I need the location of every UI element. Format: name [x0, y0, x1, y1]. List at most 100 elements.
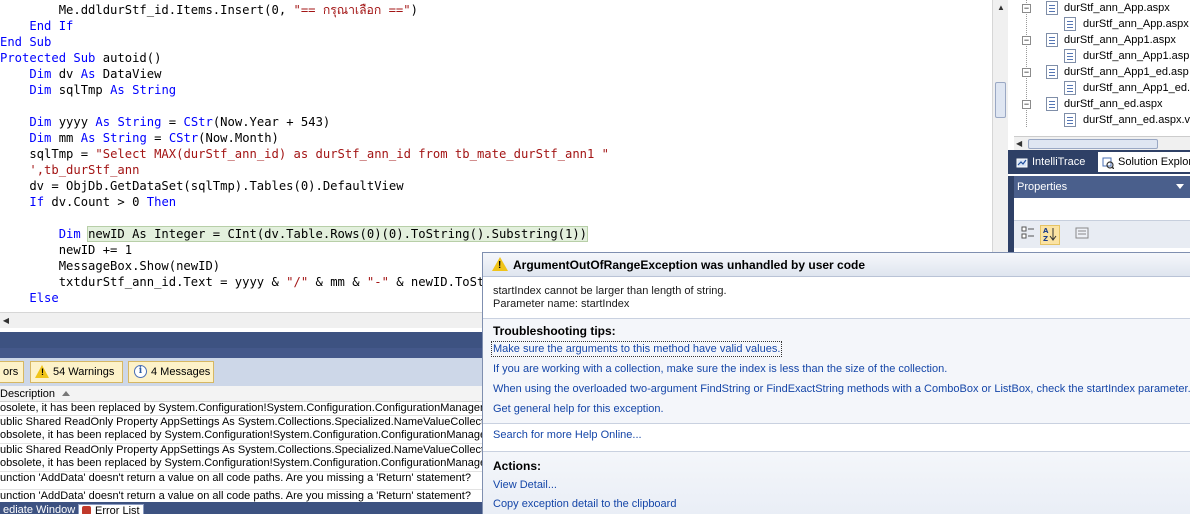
view-detail-link[interactable]: View Detail...: [493, 479, 557, 491]
tab-solution-explorer[interactable]: Solution Explor: [1098, 152, 1190, 172]
code-line[interactable]: Protected Sub autoid(): [0, 50, 161, 66]
code-line[interactable]: txtdurStf_ann_id.Text = yyyy & "/" & mm …: [0, 274, 492, 290]
tab-error-list-label: Error List: [95, 505, 140, 514]
tab-immediate-window[interactable]: ediate Window: [0, 504, 78, 514]
tree-item[interactable]: − durStf_ann_App1_ed.asp: [1008, 64, 1190, 80]
tree-item[interactable]: − durStf_ann_ed.aspx: [1008, 96, 1190, 112]
code-line[interactable]: ',tb_durStf_ann: [0, 162, 139, 178]
exception-message: startIndex cannot be larger than length …: [493, 285, 727, 297]
error-row[interactable]: osolete, it has been replaced by System.…: [0, 402, 484, 416]
code-line[interactable]: End If: [0, 18, 73, 34]
properties-title: Properties: [1017, 181, 1068, 193]
tip-link-collection-index[interactable]: If you are working with a collection, ma…: [493, 363, 947, 375]
code-token: "== กรุณาเลือก ==": [293, 3, 411, 17]
tree-item[interactable]: durStf_ann_App1.asp: [1008, 48, 1190, 64]
code-line[interactable]: End Sub: [0, 34, 51, 50]
error-row-text: ublic Shared ReadOnly Property AppSettin…: [0, 416, 484, 428]
tree-item[interactable]: durStf_ann_App.aspx: [1008, 16, 1190, 32]
errors-filter-label: ors: [3, 366, 19, 378]
code-line[interactable]: Dim newID As Integer = CInt(dv.Table.Row…: [0, 226, 589, 242]
error-list-icon: [82, 506, 91, 514]
collapse-toggle-icon[interactable]: −: [1022, 68, 1031, 77]
code-line[interactable]: If dv.Count > 0 Then: [0, 194, 176, 210]
dropdown-arrow-icon[interactable]: [1176, 184, 1184, 189]
code-token: yyyy: [51, 115, 96, 129]
collapse-toggle-icon[interactable]: −: [1022, 100, 1031, 109]
description-column-header[interactable]: Description: [0, 386, 484, 402]
code-line[interactable]: MessageBox.Show(newID): [0, 258, 220, 274]
errors-filter-tab[interactable]: ors: [0, 361, 24, 383]
tip-link-findstring[interactable]: When using the overloaded two-argument F…: [493, 383, 1190, 395]
code-line[interactable]: newID += 1: [0, 242, 132, 258]
error-row[interactable]: unction 'AddData' doesn't return a value…: [0, 472, 484, 490]
exception-parameter: Parameter name: startIndex: [493, 298, 630, 310]
tree-item[interactable]: − durStf_ann_App1.aspx: [1008, 32, 1190, 48]
code-token: & newID.ToStr: [388, 275, 492, 289]
code-line[interactable]: Dim mm As String = CStr(Now.Month): [0, 130, 279, 146]
intellitrace-icon: [1016, 156, 1028, 168]
scroll-left-arrow-icon[interactable]: ◀: [0, 313, 12, 329]
code-line[interactable]: dv = ObjDb.GetDataSet(sqlTmp).Tables(0).…: [0, 178, 403, 194]
tip-link-general-help[interactable]: Get general help for this exception.: [493, 403, 664, 415]
scroll-thumb[interactable]: [995, 82, 1006, 118]
code-line[interactable]: Dim dv As DataView: [0, 66, 161, 82]
solution-explorer-tree[interactable]: − durStf_ann_App.aspx durStf_ann_App.aspx −…: [1008, 0, 1190, 150]
tip-link-valid-arguments[interactable]: Make sure the arguments to this method h…: [490, 341, 783, 357]
file-icon: [1064, 113, 1076, 127]
code-token: sqlTmp =: [0, 147, 96, 161]
code-token: As: [95, 115, 111, 129]
error-list-titlebar: [0, 332, 484, 358]
error-row-text: unction 'AddData' doesn't return a value…: [0, 472, 471, 484]
properties-panel: Properties AZ: [1008, 176, 1190, 256]
property-pages-icon[interactable]: [1072, 225, 1092, 245]
description-column-label: Description: [0, 388, 56, 400]
error-row[interactable]: ublic Shared ReadOnly Property AppSettin…: [0, 416, 484, 444]
code-token: "Select MAX(durStf_ann_id) as durStf_ann…: [95, 147, 610, 161]
tree-item-label: durStf_ann_App.aspx: [1064, 2, 1170, 14]
search-online-link[interactable]: Search for more Help Online...: [493, 429, 642, 441]
code-line[interactable]: Dim yyyy As String = CStr(Now.Year + 543…: [0, 114, 330, 130]
tree-guide-line: [1026, 48, 1027, 64]
code-token: newID As Integer = CInt(dv.Table.Rows(0)…: [87, 226, 589, 242]
exception-message-area: startIndex cannot be larger than length …: [483, 278, 1190, 318]
file-icon: [1064, 81, 1076, 95]
tree-guide-line: [1026, 16, 1027, 32]
code-token: Dim: [29, 131, 52, 145]
tab-intellitrace[interactable]: IntelliTrace: [1012, 152, 1098, 172]
scroll-thumb[interactable]: [1028, 139, 1158, 149]
search-online-area: Search for more Help Online...: [483, 423, 1190, 451]
categorized-icon[interactable]: [1018, 225, 1038, 245]
code-token: CStr: [183, 115, 213, 129]
tab-error-list[interactable]: Error List: [78, 504, 144, 514]
scroll-left-arrow-icon[interactable]: ◀: [1016, 137, 1022, 151]
editor-horizontal-scrollbar[interactable]: ◀: [0, 312, 484, 328]
code-token: Else: [29, 291, 59, 305]
collapse-toggle-icon[interactable]: −: [1022, 36, 1031, 45]
code-line[interactable]: Else: [0, 290, 59, 306]
code-token: "/": [286, 275, 309, 289]
code-token: MessageBox.Show(newID): [0, 259, 221, 273]
tool-window-tabs: IntelliTrace Solution Explor: [1008, 150, 1190, 174]
bottom-tool-tabs: ediate Window Error List: [0, 502, 484, 514]
code-line[interactable]: sqlTmp = "Select MAX(durStf_ann_id) as d…: [0, 146, 609, 162]
code-line[interactable]: Dim sqlTmp As String: [0, 82, 176, 98]
solution-explorer-hscrollbar[interactable]: ◀: [1014, 136, 1190, 150]
warnings-filter-label: 54 Warnings: [53, 366, 115, 378]
scroll-up-arrow-icon[interactable]: ▲: [993, 0, 1009, 16]
collapse-toggle-icon[interactable]: −: [1022, 4, 1031, 13]
tree-guide-line: [1026, 80, 1027, 96]
warnings-filter-tab[interactable]: ! 54 Warnings: [30, 361, 123, 383]
code-line[interactable]: Me.ddldurStf_id.Items.Insert(0, "== กรุณ…: [0, 2, 418, 18]
error-row-text: ublic Shared ReadOnly Property AppSettin…: [0, 444, 484, 456]
tree-item[interactable]: − durStf_ann_App.aspx: [1008, 0, 1190, 16]
tree-item[interactable]: durStf_ann_ed.aspx.v: [1008, 112, 1190, 128]
error-row[interactable]: ublic Shared ReadOnly Property AppSettin…: [0, 444, 484, 472]
copy-exception-link[interactable]: Copy exception detail to the clipboard: [493, 498, 676, 510]
alphabetical-sort-icon[interactable]: AZ: [1040, 225, 1060, 245]
tree-item-label: durStf_ann_App.aspx: [1083, 18, 1189, 30]
tree-item[interactable]: durStf_ann_App1_ed.: [1008, 80, 1190, 96]
messages-filter-tab[interactable]: i 4 Messages: [128, 361, 214, 383]
file-icon: [1064, 49, 1076, 63]
